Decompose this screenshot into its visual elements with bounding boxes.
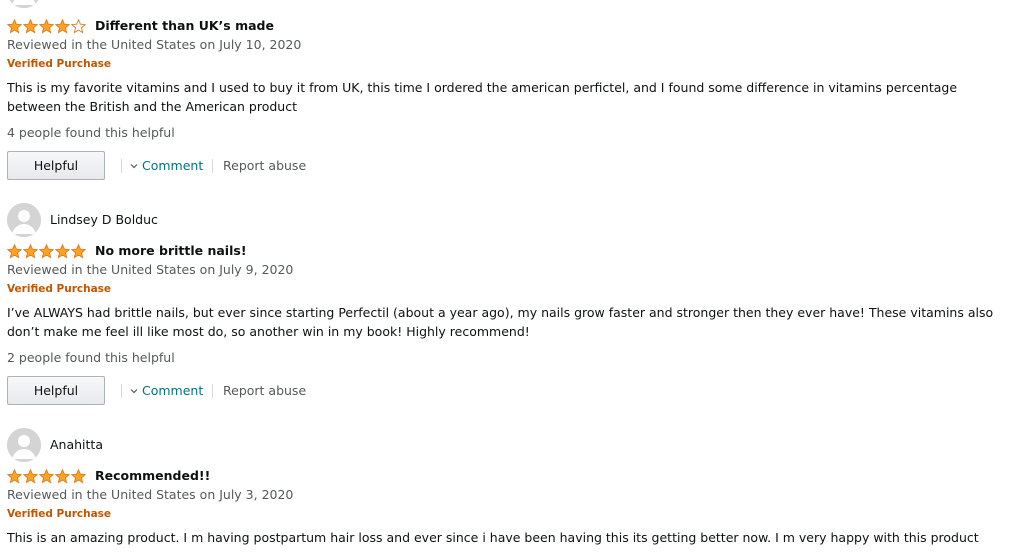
verified-purchase-badge: Verified Purchase [7,283,112,295]
report-abuse-link[interactable]: Report abuse [223,158,306,173]
star-filled-icon [55,469,70,484]
star-filled-icon [23,469,38,484]
verified-purchase-badge: Verified Purchase [7,58,112,70]
review-title[interactable]: Recommended!! [95,468,210,483]
verified-purchase-badge: Verified Purchase [7,508,112,520]
user-avatar-icon [7,0,41,8]
divider [212,159,213,173]
report-abuse-link[interactable]: Report abuse [223,383,306,398]
star-empty-icon [71,19,86,34]
comment-link[interactable]: Comment [130,383,203,398]
star-filled-icon [39,469,54,484]
star-rating [7,19,86,34]
helpful-button[interactable]: Helpful [7,376,105,405]
reviewer-name[interactable]: Lindsey D Bolduc [50,212,158,227]
review-title[interactable]: Different than UK’s made [95,18,274,33]
chevron-down-icon [130,163,138,168]
star-filled-icon [7,19,22,34]
review-date: Reviewed in the United States on July 10… [7,37,302,52]
star-filled-icon [71,469,86,484]
avatar [7,203,41,237]
comment-label: Comment [142,158,204,173]
review-date: Reviewed in the United States on July 3,… [7,487,294,502]
review-title[interactable]: No more brittle nails! [95,243,247,258]
avatar [7,0,41,8]
user-avatar-icon [7,203,41,237]
avatar [7,428,41,462]
star-filled-icon [39,244,54,259]
star-filled-icon [7,469,22,484]
comment-link[interactable]: Comment [130,158,203,173]
divider [121,159,122,173]
star-filled-icon [23,244,38,259]
divider [121,384,122,398]
star-rating [7,469,86,484]
comment-label: Comment [142,383,204,398]
review-body: This is an amazing product. I m having p… [7,530,979,545]
user-avatar-icon [7,428,41,462]
star-filled-icon [39,19,54,34]
review-body: This is my favorite vitamins and I used … [7,80,958,114]
divider [212,384,213,398]
chevron-down-icon [130,388,138,393]
star-filled-icon [55,244,70,259]
helpful-count: 2 people found this helpful [7,350,175,365]
star-rating [7,244,86,259]
helpful-count: 4 people found this helpful [7,125,175,140]
star-filled-icon [23,19,38,34]
star-filled-icon [55,19,70,34]
helpful-button[interactable]: Helpful [7,151,105,180]
star-filled-icon [7,244,22,259]
reviewer-name[interactable]: Anahitta [50,437,103,452]
review-body: I’ve ALWAYS had brittle nails, but ever … [7,305,994,339]
star-filled-icon [71,244,86,259]
review-date: Reviewed in the United States on July 9,… [7,262,294,277]
